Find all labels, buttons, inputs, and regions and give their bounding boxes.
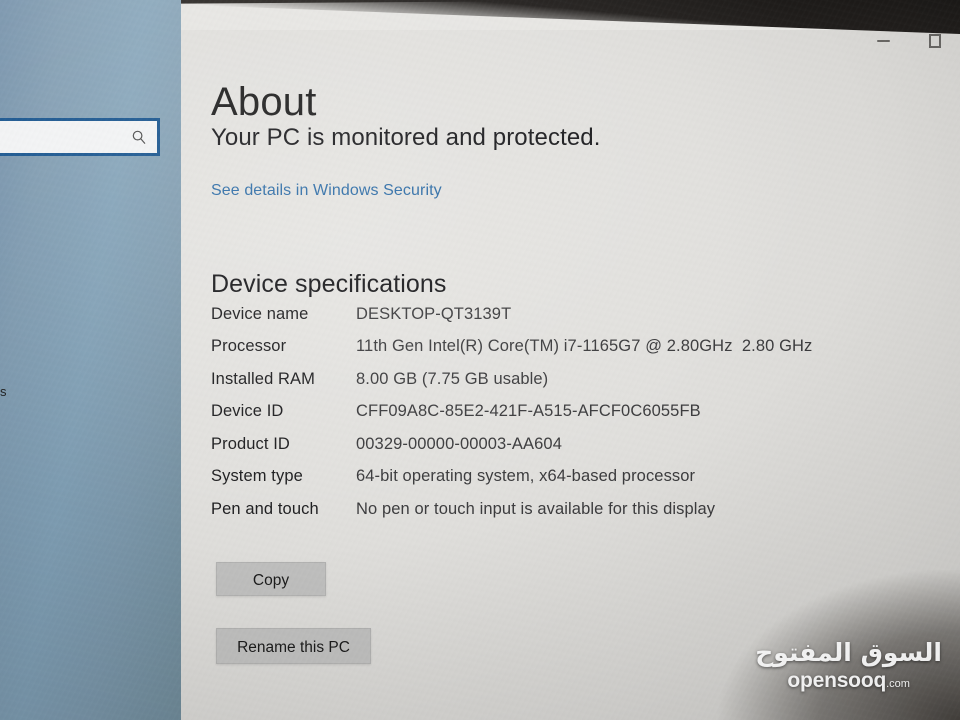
protection-status-text: Your PC is monitored and protected. [211, 124, 601, 151]
clipped-nav-label[interactable]: s [0, 384, 7, 399]
minimize-button[interactable] [870, 28, 896, 54]
spec-row: Processor 11th Gen Intel(R) Core(TM) i7-1… [211, 335, 831, 358]
maximize-button[interactable] [922, 28, 948, 54]
spec-row: Product ID 00329-00000-00003-AA604 [211, 433, 831, 456]
spec-label: System type [211, 467, 303, 486]
spec-value: 8.00 GB (7.75 GB usable) [356, 369, 549, 388]
desktop-wallpaper-panel [0, 0, 181, 720]
about-action-buttons: Copy Rename this PC [216, 562, 371, 664]
windows-security-link[interactable]: See details in Windows Security [211, 182, 442, 200]
screenshot-root: s About Your PC is monitored and protect… [0, 0, 960, 720]
search-icon [131, 129, 147, 145]
spec-label: Processor [211, 337, 287, 356]
spec-row: Installed RAM 8.00 GB (7.75 GB usable) [211, 368, 831, 391]
minimize-icon [876, 40, 890, 42]
spec-label: Device name [211, 305, 309, 323]
maximize-icon [929, 34, 941, 48]
search-input[interactable] [0, 118, 160, 156]
spec-label: Product ID [211, 434, 290, 453]
spec-row: Pen and touch No pen or touch input is av… [211, 498, 831, 521]
spec-value: 64-bit operating system, x64-based proce… [356, 467, 696, 486]
page-title: About [211, 79, 317, 124]
spec-label: Installed RAM [211, 369, 316, 388]
rename-this-pc-button[interactable]: Rename this PC [216, 628, 371, 664]
copy-button[interactable]: Copy [216, 562, 326, 596]
spec-value: 00329-00000-00003-AA604 [356, 434, 562, 453]
window-caption-buttons [870, 28, 948, 54]
spec-value: 11th Gen Intel(R) Core(TM) i7-1165G7 @ 2… [356, 337, 813, 356]
device-specifications-table: Device name DESKTOP-QT3139T Processor 11th … [211, 303, 831, 530]
spec-label: Device ID [211, 402, 284, 421]
spec-value: No pen or touch input is available for t… [356, 499, 716, 518]
spec-row: Device ID CFF09A8C-85E2-421F-A515-AFCF0C6… [211, 400, 831, 423]
device-specifications-heading: Device specifications [211, 269, 447, 298]
spec-value: CFF09A8C-85E2-421F-A515-AFCF0C6055FB [356, 402, 701, 421]
spec-row: Device name DESKTOP-QT3139T [211, 303, 831, 326]
spec-label: Pen and touch [211, 499, 319, 518]
spec-value: DESKTOP-QT3139T [356, 305, 512, 323]
spec-row: System type 64-bit operating system, x64-… [211, 465, 831, 488]
